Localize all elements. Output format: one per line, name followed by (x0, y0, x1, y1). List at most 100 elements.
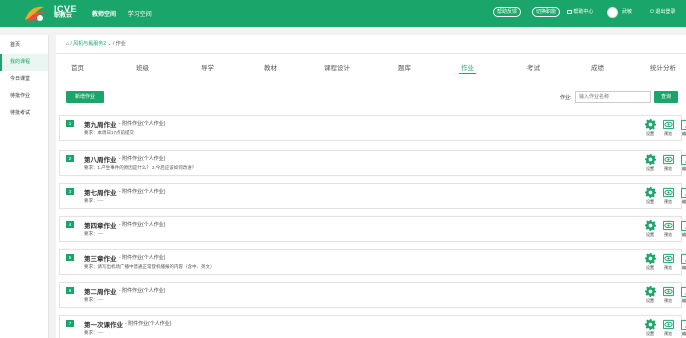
preview-button[interactable]: 预览 (661, 187, 675, 205)
homework-requirement: 要求：---- (84, 297, 104, 302)
tab-statistics[interactable]: 统计分析 (650, 62, 676, 72)
eye-icon (662, 286, 674, 297)
homework-title[interactable]: 第三章作业 (84, 253, 117, 263)
power-icon: ⏻ (650, 9, 654, 15)
preview-label: 预览 (664, 298, 672, 303)
preview-button[interactable]: 预览 (661, 286, 675, 304)
tab-home[interactable]: 首页 (71, 62, 84, 72)
homework-requirement: 要求：---- (84, 231, 104, 236)
breadcrumb: ⌂ / 风机与氟服务2 ⌄ / 作业 (66, 40, 126, 47)
settings-label: 设置 (646, 331, 654, 336)
eye-icon (662, 253, 674, 264)
sidebar-item-pending-exams[interactable]: 待批考试 (0, 105, 48, 122)
eye-icon (662, 154, 674, 165)
preview-label: 预览 (664, 166, 672, 171)
sidebar-item-home[interactable]: 首页 (0, 37, 48, 54)
edit-button[interactable]: 编辑 (679, 286, 686, 304)
edit-button[interactable]: 编辑 (679, 154, 686, 172)
eye-icon (662, 319, 674, 330)
brand: ICVE 职教云 (54, 5, 77, 20)
search-button[interactable]: 查询 (654, 91, 678, 103)
preview-label: 预览 (664, 331, 672, 336)
edit-icon (680, 319, 686, 330)
eye-icon (662, 187, 674, 198)
logout-link[interactable]: ⏻ 退出登录 (650, 8, 675, 15)
search-input[interactable] (575, 91, 651, 103)
tab-grades[interactable]: 成绩 (591, 62, 604, 72)
edit-button[interactable]: 编辑 (679, 220, 686, 238)
chevron-down-icon[interactable]: ⌄ (107, 41, 111, 47)
homework-row: 1 第九周作业 - 附件作业(个人作业) 要求：本周日17点前提交 设置 预览 … (59, 115, 686, 141)
homework-title[interactable]: 第七周作业 (84, 187, 117, 197)
preview-button[interactable]: 预览 (661, 319, 675, 337)
homework-requirement: 要求：请写出机场广播中普通正常登机播报的内容（含中、英文） (84, 264, 215, 269)
homework-requirement: 要求：1.产生事件的原因是什么？ 2.今后应该如何改进？ (84, 165, 197, 170)
homework-title[interactable]: 第一次课作业 (84, 319, 123, 329)
settings-button[interactable]: 设置 (643, 220, 657, 238)
preview-button[interactable]: 预览 (661, 253, 675, 271)
tab-exam[interactable]: 考试 (527, 62, 540, 72)
homework-type: - 附件作业(个人作业) (119, 288, 166, 294)
edit-button[interactable]: 编辑 (679, 319, 686, 337)
tab-textbook[interactable]: 教材 (264, 62, 277, 72)
avatar[interactable] (607, 7, 618, 18)
settings-button[interactable]: 设置 (643, 253, 657, 271)
icve-logo[interactable] (22, 3, 48, 24)
edit-button[interactable]: 编辑 (679, 253, 686, 271)
edit-icon (680, 154, 686, 165)
edit-button[interactable]: 编辑 (679, 187, 686, 205)
nav-teacher-space[interactable]: 教师空间 (92, 12, 116, 18)
gear-icon (644, 319, 656, 330)
edit-label: 编辑 (682, 199, 686, 204)
help-icon (567, 10, 572, 14)
feedback-button[interactable]: 帮助反馈 (493, 7, 522, 17)
top-bar: ICVE 职教云 教师空间 学习空间 帮助反馈 切换职能 帮助中心 武敏 ⏻ 退… (0, 0, 686, 27)
settings-label: 设置 (646, 166, 654, 171)
homework-title[interactable]: 第八周作业 (84, 154, 117, 164)
homework-type: - 附件作业(个人作业) (119, 255, 166, 261)
home-icon[interactable]: ⌂ (66, 41, 69, 47)
sidebar-item-my-courses[interactable]: 我的课程 (0, 54, 48, 71)
edit-label: 编辑 (682, 331, 686, 336)
homework-type: - 附件作业(个人作业) (125, 321, 172, 327)
gear-icon (644, 220, 656, 231)
settings-button[interactable]: 设置 (643, 119, 657, 137)
settings-button[interactable]: 设置 (643, 286, 657, 304)
preview-label: 预览 (664, 232, 672, 237)
homework-title[interactable]: 第二周作业 (84, 286, 117, 296)
edit-button[interactable]: 编辑 (679, 119, 686, 137)
tab-class[interactable]: 班级 (136, 62, 149, 72)
tab-question-bank[interactable]: 题库 (398, 62, 411, 72)
homework-type: - 附件作业(个人作业) (119, 121, 166, 127)
homework-title[interactable]: 第四章作业 (84, 220, 117, 230)
tab-guide[interactable]: 导学 (201, 62, 214, 72)
sidebar-item-today-class[interactable]: 今日课堂 (0, 71, 48, 88)
preview-button[interactable]: 预览 (661, 220, 675, 238)
settings-button[interactable]: 设置 (643, 154, 657, 172)
preview-button[interactable]: 预览 (661, 154, 675, 172)
breadcrumb-course-link[interactable]: / 风机与氟服务2 (70, 41, 106, 47)
edit-icon (680, 187, 686, 198)
edit-label: 编辑 (682, 166, 686, 171)
edit-icon (680, 253, 686, 264)
homework-type: - 附件作业(个人作业) (119, 156, 166, 162)
add-homework-button[interactable]: 新增作业 (66, 91, 104, 103)
settings-button[interactable]: 设置 (643, 319, 657, 337)
preview-button[interactable]: 预览 (661, 119, 675, 137)
row-number-badge: 2 (66, 155, 74, 162)
gear-icon (644, 154, 656, 165)
row-number-badge: 7 (66, 320, 74, 327)
settings-button[interactable]: 设置 (643, 187, 657, 205)
tab-course-design[interactable]: 课程设计 (324, 62, 350, 72)
tab-homework[interactable]: 作业 (459, 62, 476, 74)
settings-label: 设置 (646, 232, 654, 237)
help-center-label: 帮助中心 (573, 9, 594, 15)
sidebar-item-pending-homework[interactable]: 待批作业 (0, 88, 48, 105)
switch-role-button[interactable]: 切换职能 (532, 7, 561, 17)
divider (56, 53, 686, 54)
homework-title[interactable]: 第九周作业 (84, 119, 117, 129)
preview-label: 预览 (664, 131, 672, 136)
user-name[interactable]: 武敏 (622, 8, 632, 15)
nav-learning-space[interactable]: 学习空间 (128, 12, 152, 18)
help-center-link[interactable]: 帮助中心 (567, 8, 593, 15)
